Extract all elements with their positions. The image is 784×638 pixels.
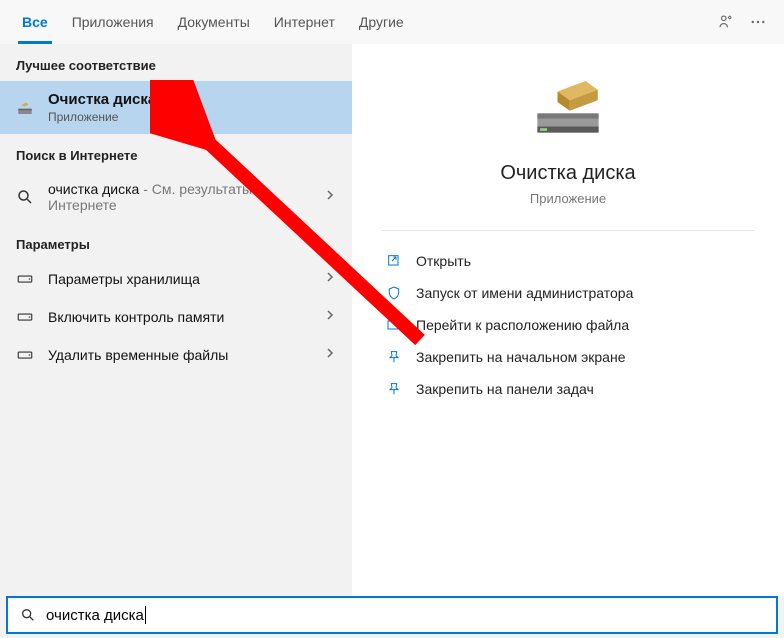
admin-icon [382,285,406,301]
action-pin-start[interactable]: Закрепить на начальном экране [382,341,754,373]
storage-icon [12,308,38,326]
results-panel: Лучшее соответствие Очистка диска Прилож… [0,44,352,596]
tab-all[interactable]: Все [10,0,60,44]
result-title: Очистка диска [48,91,336,108]
divider [382,230,754,231]
search-icon [18,607,38,623]
action-file-location[interactable]: Перейти к расположению файла [382,309,754,341]
result-delete-temp[interactable]: Удалить временные файлы [0,336,352,374]
tab-more[interactable]: Другие [347,0,420,44]
chevron-right-icon [324,188,336,206]
pin-icon [382,381,406,397]
result-best-match[interactable]: Очистка диска Приложение [0,81,352,134]
chevron-right-icon [324,308,336,326]
more-options-icon[interactable] [742,6,774,38]
action-open[interactable]: Открыть [382,245,754,277]
chevron-right-icon [324,270,336,288]
disk-cleanup-icon [12,99,38,117]
disk-cleanup-large-icon [523,74,613,144]
preview-panel: Очистка диска Приложение Открыть Запуск … [352,44,784,596]
search-icon [12,188,38,206]
tab-web[interactable]: Интернет [262,0,347,44]
action-run-admin[interactable]: Запуск от имени администратора [382,277,754,309]
preview-title: Очистка диска [382,162,754,185]
folder-icon [382,317,406,333]
storage-icon [12,346,38,364]
section-settings: Параметры [0,223,352,260]
result-subtitle: Приложение [48,110,336,124]
storage-icon [12,270,38,288]
result-web-search[interactable]: очистка диска - См. результаты в Интерне… [0,171,352,223]
section-best-match: Лучшее соответствие [0,44,352,81]
search-input-text: очистка диска [46,607,144,624]
tab-documents[interactable]: Документы [166,0,262,44]
feedback-icon[interactable] [710,6,742,38]
open-icon [382,253,406,269]
result-storage-settings[interactable]: Параметры хранилища [0,260,352,298]
filter-tabs: Все Приложения Документы Интернет Другие [0,0,784,44]
web-result-line: очистка диска - См. результаты в Интерне… [48,181,324,213]
chevron-right-icon [324,346,336,364]
search-bar[interactable]: очистка диска [6,596,778,634]
section-web-search: Поиск в Интернете [0,134,352,171]
result-storage-sense[interactable]: Включить контроль памяти [0,298,352,336]
pin-icon [382,349,406,365]
action-pin-taskbar[interactable]: Закрепить на панели задач [382,373,754,405]
preview-subtitle: Приложение [382,191,754,206]
tab-apps[interactable]: Приложения [60,0,166,44]
